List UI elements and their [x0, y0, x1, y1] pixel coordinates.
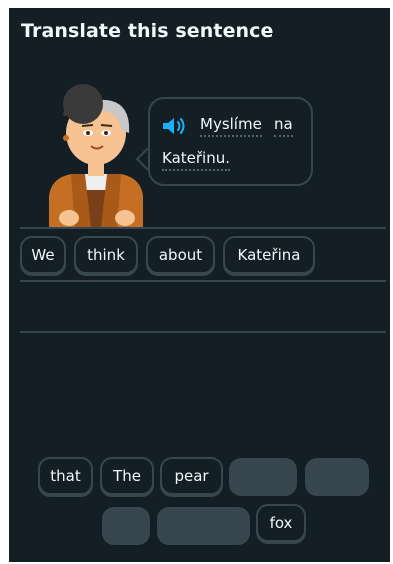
word-bank-empty-slot: [305, 458, 369, 496]
prompt-word[interactable]: Kateřinu.: [162, 149, 230, 171]
answer-line: [20, 331, 386, 333]
answer-tile[interactable]: think: [74, 236, 138, 274]
prompt-word[interactable]: na: [274, 115, 293, 137]
answer-line: [20, 280, 386, 282]
word-bank-tile[interactable]: pear: [160, 457, 223, 495]
word-bank-empty-slot: [102, 507, 150, 545]
speech-bubble: Myslíme na Kateřinu.: [148, 97, 313, 186]
character-illustration: [49, 84, 143, 228]
word-bank-tile[interactable]: fox: [256, 504, 306, 542]
word-bank-empty-slot: [229, 458, 297, 496]
answer-tile[interactable]: We: [20, 236, 66, 274]
word-bank-tile[interactable]: The: [100, 457, 154, 495]
word-bank-tile[interactable]: that: [38, 457, 93, 495]
answer-tile[interactable]: about: [146, 236, 215, 274]
answer-tile[interactable]: Kateřina: [223, 236, 315, 274]
prompt-word[interactable]: Myslíme: [200, 115, 262, 137]
page-title: Translate this sentence: [21, 20, 274, 42]
word-bank-empty-slot: [157, 507, 250, 545]
answer-line: [20, 227, 386, 229]
speaker-icon[interactable]: [162, 116, 188, 136]
exercise-screen: Translate this sentence Myslíme na Kateř…: [9, 8, 390, 562]
